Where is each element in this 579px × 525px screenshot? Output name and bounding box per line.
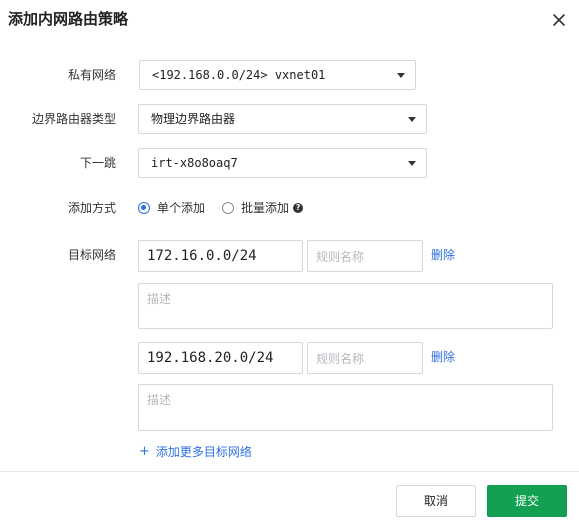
vpc-label: 私有网络 <box>67 68 116 82</box>
target-cidr-input[interactable]: 172.16.0.0/24 <box>138 240 303 272</box>
next-hop-label: 下一跳 <box>79 156 116 170</box>
rule-name-placeholder: 规则名称 <box>316 250 365 264</box>
cancel-button[interactable]: 取消 <box>396 485 476 517</box>
target-cidr-value: 172.16.0.0/24 <box>147 248 257 264</box>
question-circle-icon[interactable]: ? <box>293 203 304 213</box>
add-mode-label: 添加方式 <box>67 201 116 215</box>
chevron-down-icon <box>408 161 416 166</box>
add-more-label: 添加更多目标网络 <box>155 445 252 459</box>
delete-entry-link[interactable]: 删除 <box>431 349 455 365</box>
next-hop-select[interactable]: irt-x8o8oaq7 <box>138 148 427 178</box>
add-route-policy-dialog: 添加内网路由策略 私有网络 <192.168.0.0/24> vxnet01 边… <box>0 0 579 525</box>
radio-single-add-indicator[interactable] <box>138 202 150 214</box>
target-cidr-input[interactable]: 192.168.20.0/24 <box>138 342 303 374</box>
delete-entry-link[interactable]: 删除 <box>431 247 455 263</box>
next-hop-value: irt-x8o8oaq7 <box>151 156 238 170</box>
vpc-select[interactable]: <192.168.0.0/24> vxnet01 <box>139 60 416 90</box>
description-textarea[interactable]: 描述 <box>138 384 553 431</box>
description-textarea[interactable]: 描述 <box>138 283 553 329</box>
plus-icon: + <box>139 444 150 459</box>
rule-name-input[interactable]: 规则名称 <box>307 240 423 272</box>
footer-divider <box>0 471 579 472</box>
vpc-select-value: <192.168.0.0/24> vxnet01 <box>152 68 326 82</box>
radio-batch-add-label: 批量添加 <box>241 201 290 215</box>
submit-button[interactable]: 提交 <box>487 485 567 517</box>
description-placeholder: 描述 <box>147 292 172 306</box>
rule-name-input[interactable]: 规则名称 <box>307 342 423 374</box>
description-placeholder: 描述 <box>147 393 172 407</box>
chevron-down-icon <box>397 73 405 78</box>
radio-batch-add[interactable]: 批量添加 ? <box>222 201 304 215</box>
add-more-target-network-link[interactable]: + 添加更多目标网络 <box>139 444 252 460</box>
target-cidr-value: 192.168.20.0/24 <box>147 350 274 366</box>
dialog-title: 添加内网路由策略 <box>8 10 129 28</box>
radio-single-add[interactable]: 单个添加 <box>138 201 205 215</box>
rule-name-placeholder: 规则名称 <box>316 352 365 366</box>
radio-single-add-label: 单个添加 <box>157 201 206 215</box>
border-router-type-value: 物理边界路由器 <box>151 112 236 126</box>
radio-batch-add-indicator[interactable] <box>222 202 234 214</box>
chevron-down-icon <box>408 117 416 122</box>
close-icon[interactable] <box>551 12 567 28</box>
dialog-header: 添加内网路由策略 <box>0 0 579 44</box>
border-router-type-select[interactable]: 物理边界路由器 <box>138 104 427 134</box>
border-router-type-label: 边界路由器类型 <box>31 112 116 126</box>
target-network-label: 目标网络 <box>67 248 116 262</box>
